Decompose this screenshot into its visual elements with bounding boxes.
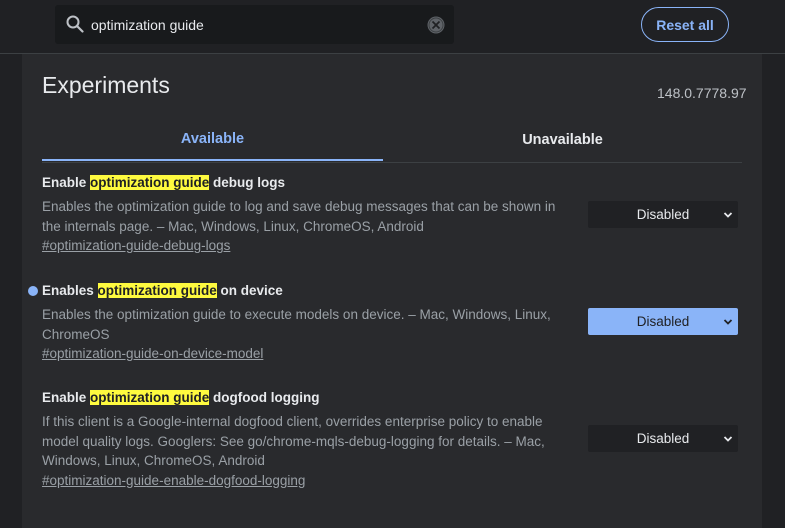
tab-unavailable[interactable]: Unavailable bbox=[392, 118, 733, 161]
experiment-description: If this client is a Google-internal dogf… bbox=[42, 414, 545, 468]
tab-available[interactable]: Available bbox=[42, 118, 383, 161]
experiment-name: Enable optimization guide debug logs bbox=[42, 175, 286, 190]
chevron-down-icon bbox=[723, 436, 733, 442]
select-value: Disabled bbox=[636, 431, 690, 446]
search-highlight: optimization guide bbox=[97, 283, 217, 298]
experiment-description: Enables the optimization guide to execut… bbox=[42, 307, 551, 342]
chevron-down-icon bbox=[723, 212, 733, 218]
search-highlight: optimization guide bbox=[90, 390, 210, 405]
top-bar: Reset all bbox=[0, 0, 785, 54]
search-highlight: optimization guide bbox=[90, 175, 210, 190]
page-title: Experiments bbox=[42, 72, 170, 98]
experiment-permalink[interactable]: #optimization-guide-enable-dogfood-loggi… bbox=[42, 473, 305, 488]
modified-indicator-icon bbox=[28, 286, 38, 296]
select-value: Disabled bbox=[636, 314, 690, 329]
version-label: 148.0.7778.97 bbox=[657, 85, 747, 101]
reset-all-button[interactable]: Reset all bbox=[641, 7, 729, 42]
search-icon bbox=[66, 15, 84, 33]
experiment-state-select[interactable]: Disabled bbox=[588, 308, 738, 335]
close-icon[interactable] bbox=[427, 16, 445, 34]
experiment-item: Enable optimization guide debug logs Ena… bbox=[42, 175, 742, 255]
experiment-state-select[interactable]: Disabled bbox=[588, 201, 738, 228]
experiment-state-select[interactable]: Disabled bbox=[588, 425, 738, 452]
experiment-item: Enables optimization guide on device Ena… bbox=[28, 283, 742, 363]
search-box[interactable] bbox=[55, 5, 454, 44]
experiment-description: Enables the optimization guide to log an… bbox=[42, 199, 556, 234]
experiment-name: Enables optimization guide on device bbox=[42, 283, 283, 298]
search-input[interactable] bbox=[91, 5, 431, 44]
select-value: Disabled bbox=[636, 207, 690, 222]
experiment-item: Enable optimization guide dogfood loggin… bbox=[42, 390, 742, 490]
experiment-permalink[interactable]: #optimization-guide-on-device-model bbox=[42, 346, 263, 361]
experiment-name: Enable optimization guide dogfood loggin… bbox=[42, 390, 320, 405]
chevron-down-icon bbox=[723, 319, 733, 325]
experiment-permalink[interactable]: #optimization-guide-debug-logs bbox=[42, 238, 230, 253]
tab-bar: Available Unavailable bbox=[42, 118, 742, 163]
